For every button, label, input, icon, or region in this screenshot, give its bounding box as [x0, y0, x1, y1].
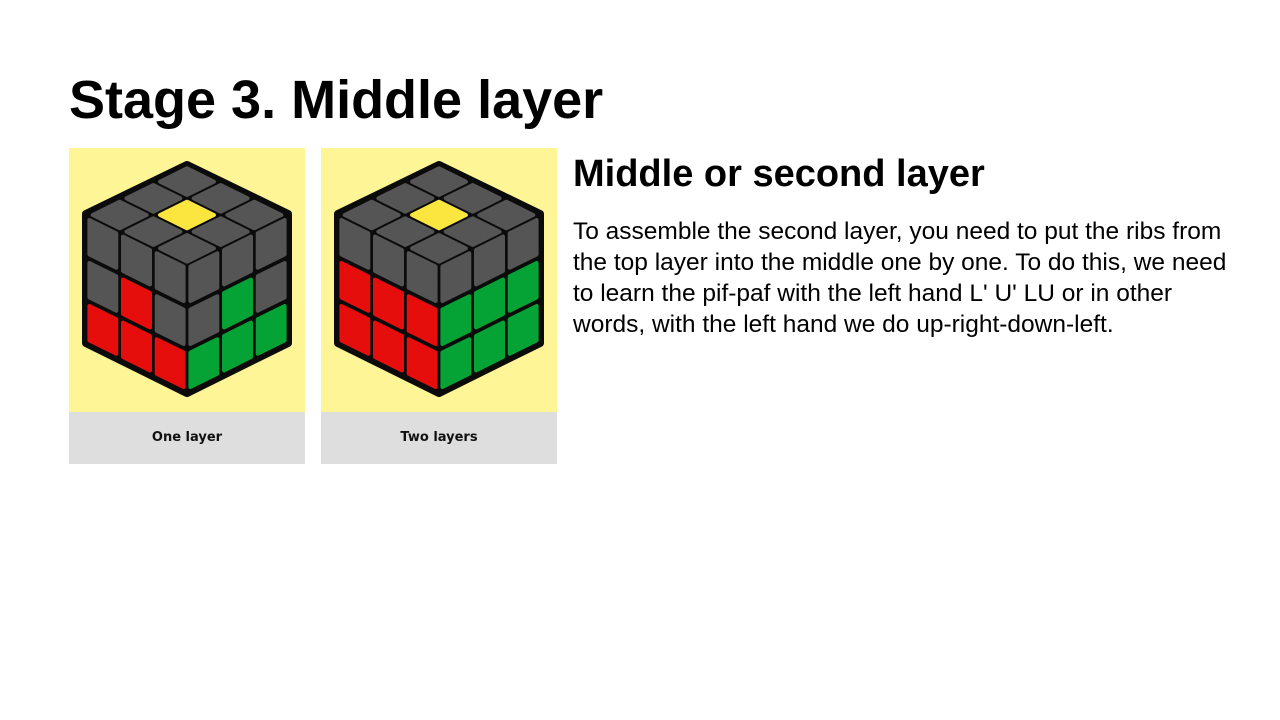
- page-title: Stage 3. Middle layer: [69, 70, 604, 130]
- figure-one-layer: One layer: [69, 148, 305, 464]
- figure-two-layers: Two layers: [321, 148, 557, 464]
- cube-image-one-layer: [69, 148, 305, 412]
- cube-image-two-layers: [321, 148, 557, 412]
- section-heading: Middle or second layer: [573, 153, 985, 195]
- rubiks-cube-icon: [82, 161, 292, 397]
- figure-caption: Two layers: [321, 412, 557, 464]
- section-body: To assemble the second layer, you need t…: [573, 218, 1227, 338]
- rubiks-cube-icon: [334, 161, 544, 397]
- figure-caption: One layer: [69, 412, 305, 464]
- content-column: Middle or second layer To assemble the s…: [573, 150, 1233, 340]
